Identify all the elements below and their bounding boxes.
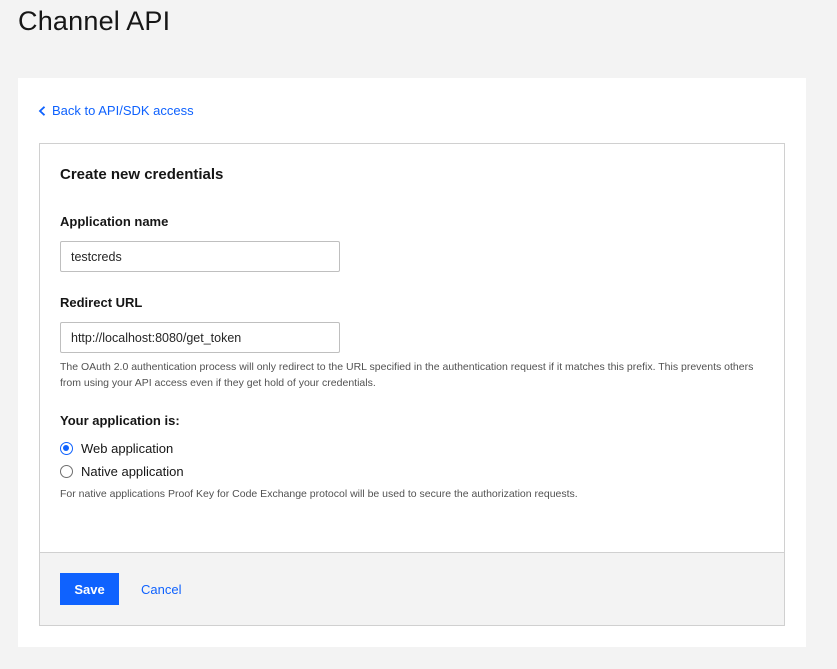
radio-button-unchecked[interactable] — [60, 465, 73, 478]
back-link[interactable]: Back to API/SDK access — [38, 103, 194, 118]
radio-web-application[interactable]: Web application — [60, 441, 173, 456]
redirect-url-input[interactable] — [60, 322, 340, 353]
form-title: Create new credentials — [60, 166, 224, 183]
redirect-url-label: Redirect URL — [60, 295, 143, 310]
app-type-label: Your application is: — [60, 413, 180, 428]
app-name-label: Application name — [60, 214, 169, 229]
radio-label: Web application — [81, 441, 174, 456]
app-type-helper: For native applications Proof Key for Co… — [60, 488, 578, 500]
content-card: Back to API/SDK access Create new creden… — [18, 78, 806, 647]
back-link-label: Back to API/SDK access — [52, 103, 194, 118]
chevron-left-icon — [38, 105, 46, 116]
save-button[interactable]: Save — [60, 573, 119, 605]
form-footer: Save Cancel — [40, 552, 784, 625]
credentials-form: Create new credentials Application name … — [39, 143, 785, 626]
radio-native-application[interactable]: Native application — [60, 464, 184, 479]
radio-label: Native application — [81, 464, 184, 479]
page-title: Channel API — [18, 6, 171, 36]
redirect-url-helper: The OAuth 2.0 authentication process wil… — [60, 361, 754, 389]
radio-button-checked[interactable] — [60, 442, 73, 455]
app-name-input[interactable] — [60, 241, 340, 272]
cancel-button[interactable]: Cancel — [133, 573, 189, 605]
